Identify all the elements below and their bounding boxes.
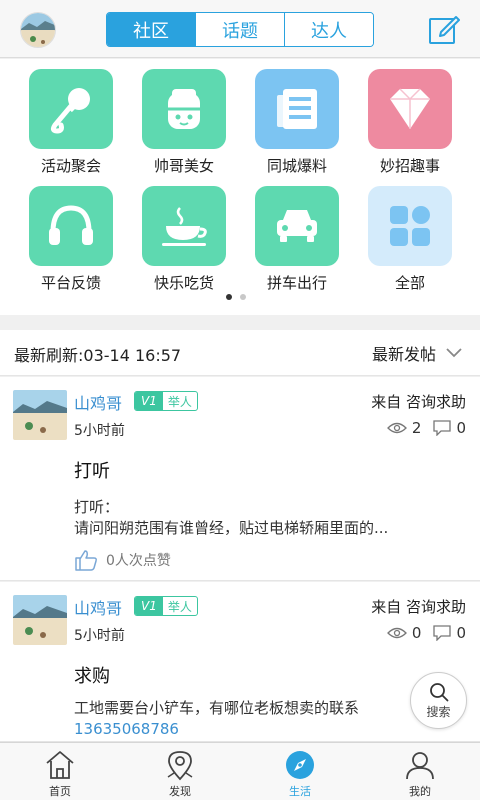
- category-label: 活动聚会: [40, 157, 101, 175]
- floating-search-button[interactable]: 搜索: [410, 672, 467, 729]
- segment-tabs: 社区 话题 达人: [106, 12, 374, 47]
- category-feedback[interactable]: 平台反馈: [16, 186, 126, 293]
- sort-label: 最新发帖: [371, 345, 436, 364]
- nav-home[interactable]: 首页: [0, 743, 120, 800]
- category-all[interactable]: 全部: [355, 186, 465, 293]
- diamond-icon: [368, 69, 452, 149]
- category-carpool[interactable]: 拼车出行: [242, 186, 352, 293]
- page-dot-active: [226, 294, 232, 300]
- location-pin-icon: [167, 751, 193, 781]
- like-button[interactable]: 0人次点赞: [74, 549, 171, 571]
- level-title: 举人: [167, 394, 192, 409]
- level-badge: V1 举人: [134, 596, 198, 616]
- search-label: 搜索: [426, 704, 451, 719]
- edit-icon[interactable]: [428, 13, 460, 45]
- post-stats: 0 0: [386, 624, 466, 642]
- nav-label: 发现: [169, 785, 191, 798]
- headphones-icon: [29, 186, 113, 266]
- comment-count: 0: [456, 419, 466, 437]
- nav-label: 生活: [289, 785, 311, 798]
- sort-dropdown[interactable]: 最新发帖: [372, 341, 462, 365]
- page-dot: [240, 294, 246, 300]
- tab-community[interactable]: 社区: [107, 13, 195, 46]
- view-count: 0: [411, 624, 422, 642]
- post-title[interactable]: 打听: [74, 457, 110, 483]
- user-avatar[interactable]: [20, 12, 56, 48]
- post-body-line: 打听：: [74, 498, 120, 516]
- phone-link[interactable]: 13635068786: [74, 719, 419, 740]
- nav-label: 首页: [49, 785, 71, 798]
- post-time: 5小时前: [74, 423, 125, 439]
- post-body-line: 请问阳朔范围有谁曾经，贴过电梯轿厢里面的...: [74, 519, 389, 537]
- level-badge: V1 举人: [134, 391, 198, 411]
- compass-icon: [286, 751, 314, 779]
- page-indicator: [226, 294, 246, 300]
- post-body: 打听： 请问阳朔范围有谁曾经，贴过电梯轿厢里面的...: [74, 497, 464, 539]
- post-source[interactable]: 来自 咨询求助: [371, 391, 466, 412]
- bottom-tab-bar: 首页 发现 生活 我的: [0, 742, 480, 800]
- coffee-cup-icon: [142, 186, 226, 266]
- post-avatar[interactable]: [13, 390, 67, 440]
- category-grid: 活动聚会 帅哥美女 同城爆料 妙招趣事 平台反馈 快乐吃货 拼车出行 全部: [0, 59, 480, 315]
- category-label: 快乐吃货: [153, 274, 214, 292]
- category-label: 帅哥美女: [153, 157, 214, 175]
- category-people[interactable]: 帅哥美女: [129, 69, 239, 176]
- eye-icon: [386, 422, 407, 434]
- home-icon: [46, 751, 74, 779]
- level-value: V1: [135, 597, 163, 615]
- post-avatar[interactable]: [13, 595, 67, 645]
- comment-count: 0: [456, 624, 466, 642]
- top-bar: 社区 话题 达人: [0, 0, 480, 58]
- nav-label: 我的: [409, 785, 431, 798]
- post-title[interactable]: 求购: [74, 662, 110, 688]
- car-icon: [255, 186, 339, 266]
- category-tips[interactable]: 妙招趣事: [355, 69, 465, 176]
- chevron-down-icon: [446, 348, 462, 358]
- tab-topics[interactable]: 话题: [195, 13, 284, 46]
- newspaper-icon: [255, 69, 339, 149]
- thumbs-up-icon: [75, 550, 97, 571]
- category-label: 平台反馈: [40, 274, 101, 292]
- microphone-icon: [29, 69, 113, 149]
- category-label: 拼车出行: [266, 274, 327, 292]
- category-food[interactable]: 快乐吃货: [129, 186, 239, 293]
- post-card[interactable]: 山鸡哥 V1 举人 5小时前 来自 咨询求助 0 0 求购 工地需要台小铲车，有…: [0, 582, 480, 742]
- user-icon: [406, 752, 434, 780]
- comment-icon: [433, 420, 452, 436]
- category-events[interactable]: 活动聚会: [16, 69, 126, 176]
- post-source[interactable]: 来自 咨询求助: [371, 596, 466, 617]
- search-icon: [429, 682, 448, 701]
- tab-experts[interactable]: 达人: [284, 13, 373, 46]
- category-label: 妙招趣事: [379, 157, 440, 175]
- eye-icon: [386, 627, 407, 639]
- level-title: 举人: [167, 599, 192, 614]
- grid-icon: [368, 186, 452, 266]
- post-card[interactable]: 山鸡哥 V1 举人 5小时前 来自 咨询求助 2 0 打听 打听： 请问阳朔范围…: [0, 377, 480, 581]
- nav-life[interactable]: 生活: [240, 743, 360, 800]
- post-body: 工地需要台小铲车，有哪位老板想卖的联系 13635068786: [74, 698, 419, 740]
- comment-icon: [433, 625, 452, 641]
- nav-discover[interactable]: 发现: [120, 743, 240, 800]
- character-icon: [142, 69, 226, 149]
- category-label: 同城爆料: [266, 157, 327, 175]
- category-local-news[interactable]: 同城爆料: [242, 69, 352, 176]
- post-username[interactable]: 山鸡哥: [74, 595, 122, 619]
- post-body-line: 工地需要台小铲车，有哪位老板想卖的联系: [74, 699, 360, 717]
- last-refresh-label: 最新刷新:03-14 16:57: [14, 346, 182, 365]
- category-label: 全部: [394, 274, 425, 292]
- post-username[interactable]: 山鸡哥: [74, 390, 122, 414]
- like-count: 0人次点赞: [106, 553, 171, 569]
- feed-header: 最新刷新:03-14 16:57 最新发帖: [0, 330, 480, 376]
- view-count: 2: [411, 419, 422, 437]
- level-value: V1: [135, 392, 163, 410]
- post-stats: 2 0: [386, 419, 466, 437]
- post-time: 5小时前: [74, 628, 125, 644]
- nav-mine[interactable]: 我的: [360, 743, 480, 800]
